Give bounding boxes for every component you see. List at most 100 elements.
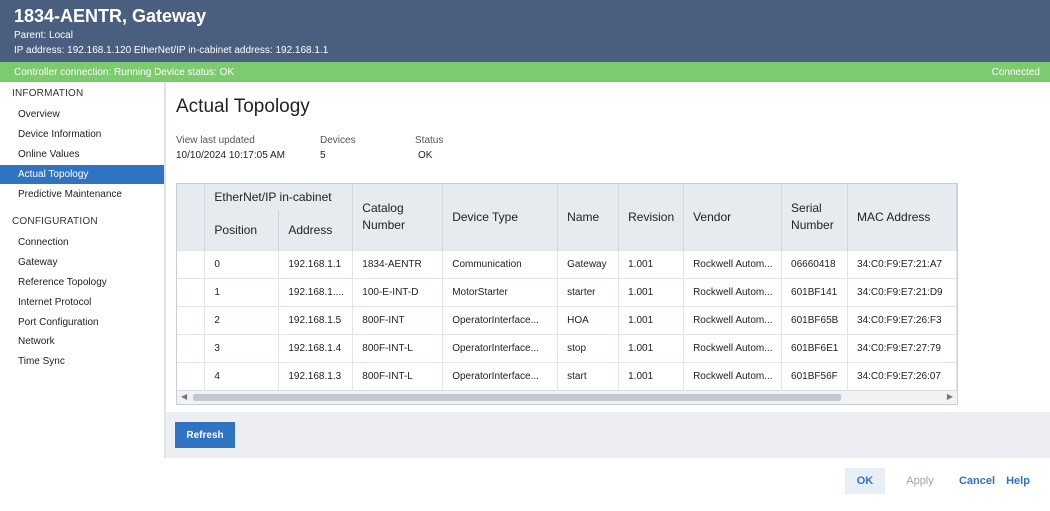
row-selector[interactable] [177, 277, 206, 306]
table-row[interactable]: 1 192.168.1.... 100-E-INT-D MotorStarter… [177, 277, 957, 306]
col-address[interactable]: Address [278, 210, 354, 250]
cell-serial: 06660418 [781, 249, 849, 278]
col-device-type[interactable]: Device Type [442, 184, 559, 250]
cell-mac: 34:C0:F9:E7:26:F3 [847, 305, 957, 334]
sidebar-item-device-information[interactable]: Device Information [0, 125, 164, 144]
cell-revision: 1.001 [618, 333, 685, 362]
table-row[interactable]: 4 192.168.1.3 800F-INT-L OperatorInterfa… [177, 361, 957, 390]
sidebar-item-overview[interactable]: Overview [0, 105, 164, 124]
sidebar-item-label: Online Values [18, 149, 80, 160]
row-selector[interactable] [177, 249, 206, 278]
connection-status-bar: Controller connection: Running Device st… [0, 62, 1050, 82]
cell-position: 2 [204, 305, 280, 334]
sidebar-item-network[interactable]: Network [0, 332, 164, 351]
sidebar: INFORMATION Overview Device Information … [0, 82, 166, 458]
cell-address: 192.168.1.5 [278, 305, 354, 334]
cell-position: 0 [204, 249, 280, 278]
cell-position: 3 [204, 333, 280, 362]
cell-catalog: 1834-AENTR [352, 249, 444, 278]
col-revision[interactable]: Revision [618, 184, 685, 250]
cell-vendor: Rockwell Autom... [683, 333, 783, 362]
row-selector-header [177, 184, 206, 250]
scroll-left-arrow-icon[interactable]: ◀ [181, 392, 187, 401]
configuration-heading: CONFIGURATION [12, 216, 98, 227]
sidebar-item-port-configuration[interactable]: Port Configuration [0, 313, 164, 332]
sidebar-item-label: Time Sync [18, 356, 65, 367]
cell-mac: 34:C0:F9:E7:21:A7 [847, 249, 957, 278]
address-line: IP address: 192.168.1.120 EtherNet/IP in… [14, 45, 329, 56]
sidebar-item-label: Actual Topology [18, 169, 89, 180]
cell-mac: 34:C0:F9:E7:21:D9 [847, 277, 957, 306]
sidebar-item-time-sync[interactable]: Time Sync [0, 352, 164, 371]
connected-status-text: Connected [991, 67, 1040, 78]
sidebar-item-label: Overview [18, 109, 60, 120]
cell-position: 1 [204, 277, 280, 306]
horizontal-scrollbar[interactable]: ◀ ▶ [177, 390, 957, 404]
status-value: OK [418, 150, 433, 161]
cell-name: start [557, 361, 620, 390]
cell-vendor: Rockwell Autom... [683, 305, 783, 334]
col-position[interactable]: Position [204, 210, 280, 250]
sidebar-item-connection[interactable]: Connection [0, 233, 164, 252]
sidebar-item-online-values[interactable]: Online Values [0, 145, 164, 164]
cell-vendor: Rockwell Autom... [683, 249, 783, 278]
col-mac-address[interactable]: MAC Address [847, 184, 957, 250]
information-heading: INFORMATION [12, 88, 84, 99]
sidebar-item-label: Port Configuration [18, 317, 99, 328]
scroll-right-arrow-icon[interactable]: ▶ [947, 392, 953, 401]
sidebar-item-gateway[interactable]: Gateway [0, 253, 164, 272]
cell-revision: 1.001 [618, 305, 685, 334]
sidebar-item-label: Connection [18, 237, 69, 248]
cell-device-type: OperatorInterface... [442, 333, 559, 362]
cell-vendor: Rockwell Autom... [683, 277, 783, 306]
sidebar-item-label: Predictive Maintenance [18, 189, 122, 200]
row-selector[interactable] [177, 305, 206, 334]
cell-name: Gateway [557, 249, 620, 278]
cell-revision: 1.001 [618, 361, 685, 390]
sidebar-item-label: Internet Protocol [18, 297, 92, 308]
col-name[interactable]: Name [557, 184, 620, 250]
cell-address: 192.168.1.4 [278, 333, 354, 362]
col-catalog-number[interactable]: Catalog Number [352, 184, 444, 250]
cell-catalog: 100-E-INT-D [352, 277, 444, 306]
apply-button[interactable]: Apply [902, 468, 938, 494]
cell-name: starter [557, 277, 620, 306]
cell-serial: 601BF6E1 [781, 333, 849, 362]
cell-vendor: Rockwell Autom... [683, 361, 783, 390]
row-selector[interactable] [177, 361, 206, 390]
sidebar-item-predictive-maintenance[interactable]: Predictive Maintenance [0, 185, 164, 204]
devices-label: Devices [320, 135, 356, 146]
ok-button[interactable]: OK [845, 468, 885, 494]
col-serial-number[interactable]: Serial Number [781, 184, 849, 250]
refresh-button[interactable]: Refresh [175, 422, 235, 448]
ethernet-ip-group-header: EtherNet/IP in-cabinet [204, 184, 354, 210]
status-label: Status [415, 135, 444, 146]
table-row[interactable]: 3 192.168.1.4 800F-INT-L OperatorInterfa… [177, 333, 957, 362]
cell-mac: 34:C0:F9:E7:26:07 [847, 361, 957, 390]
cell-device-type: Communication [442, 249, 559, 278]
parent-label: Parent: Local [14, 30, 73, 41]
table-row[interactable]: 2 192.168.1.5 800F-INT OperatorInterface… [177, 305, 957, 334]
sidebar-item-reference-topology[interactable]: Reference Topology [0, 273, 164, 292]
sidebar-item-internet-protocol[interactable]: Internet Protocol [0, 293, 164, 312]
cancel-button[interactable]: Cancel [958, 468, 996, 494]
dialog-footer: OK Apply Cancel Help [0, 458, 1050, 511]
devices-value: 5 [320, 150, 326, 161]
last-updated-value: 10/10/2024 10:17:05 AM [176, 150, 285, 161]
cell-catalog: 800F-INT [352, 305, 444, 334]
row-selector[interactable] [177, 333, 206, 362]
help-button[interactable]: Help [1004, 468, 1032, 494]
scrollbar-thumb[interactable] [193, 394, 841, 401]
table-row[interactable]: 0 192.168.1.1 1834-AENTR Communication G… [177, 249, 957, 278]
cell-name: stop [557, 333, 620, 362]
main-panel: Actual Topology View last updated 10/10/… [166, 82, 1050, 458]
sidebar-item-actual-topology[interactable]: Actual Topology [0, 165, 164, 184]
device-title: 1834-AENTR, Gateway [14, 6, 207, 26]
cell-address: 192.168.1.3 [278, 361, 354, 390]
device-header: 1834-AENTR, Gateway Parent: Local IP add… [0, 0, 1050, 62]
col-vendor[interactable]: Vendor [683, 184, 783, 250]
cell-name: HOA [557, 305, 620, 334]
last-updated-label: View last updated [176, 135, 255, 146]
topology-table: EtherNet/IP in-cabinet Catalog Number De… [176, 183, 958, 405]
cell-serial: 601BF65B [781, 305, 849, 334]
